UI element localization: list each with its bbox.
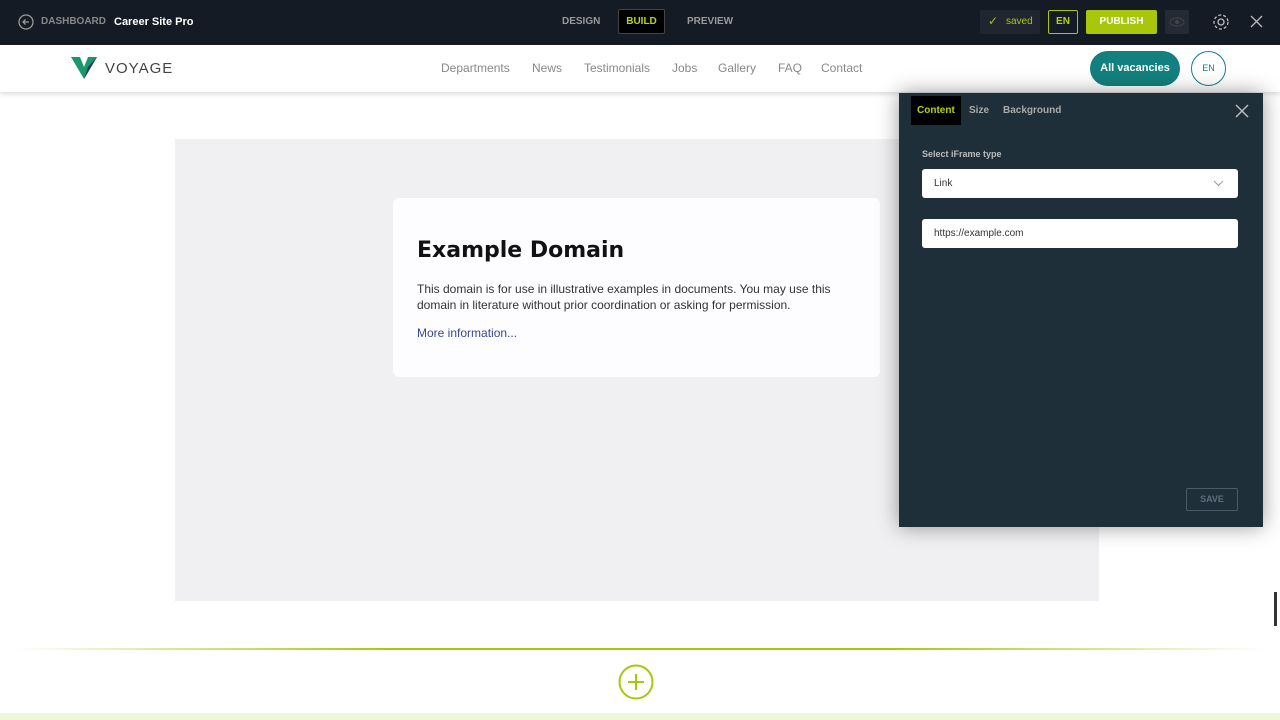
mode-preview[interactable]: PREVIEW [687,16,733,27]
nav-contact[interactable]: Contact [821,61,862,75]
nav-jobs[interactable]: Jobs [672,61,697,75]
check-icon: ✓ [988,14,999,28]
saved-status: ✓ saved [980,10,1040,34]
top-toolbar: DASHBOARD Career Site Pro DESIGN BUILD P… [0,0,1280,45]
iframe-content: Example Domain This domain is for use in… [393,198,880,377]
nav-news[interactable]: News [532,61,562,75]
nav-faq[interactable]: FAQ [778,61,802,75]
close-panel-icon[interactable] [1235,104,1249,118]
url-input[interactable]: https://example.com [922,219,1238,248]
iframe-settings-panel: Content Size Background Select iFrame ty… [899,93,1263,527]
back-icon[interactable] [18,14,34,30]
more-info-link[interactable]: More information... [417,326,517,340]
chevron-down-icon [1213,180,1224,187]
close-icon[interactable] [1250,15,1263,28]
nav-gallery[interactable]: Gallery [718,61,756,75]
add-section-icon[interactable] [618,664,654,700]
all-vacancies-button[interactable]: All vacancies [1090,51,1180,86]
nav-testimonials[interactable]: Testimonials [584,61,650,75]
tab-content[interactable]: Content [911,96,961,125]
tab-background[interactable]: Background [997,96,1067,125]
publish-button[interactable]: PUBLISH [1086,10,1157,34]
dashboard-link[interactable]: DASHBOARD [41,16,106,27]
mode-build[interactable]: BUILD [618,9,665,34]
nav-departments[interactable]: Departments [441,61,510,75]
tab-size[interactable]: Size [963,96,995,125]
saved-label: saved [1006,16,1033,27]
iframe-type-value: Link [934,178,953,189]
eye-icon[interactable] [1165,10,1189,34]
logo-text: VOYAGE [105,60,174,77]
iframe-title: Example Domain [417,238,625,263]
iframe-body: This domain is for use in illustrative e… [417,282,831,312]
voyage-logo-icon [71,57,97,79]
language-button[interactable]: EN [1048,10,1078,34]
scrollbar-thumb[interactable] [1274,592,1277,626]
mode-design[interactable]: DESIGN [562,16,600,27]
site-name: Career Site Pro [114,16,194,28]
gear-icon[interactable] [1211,12,1231,32]
site-header: VOYAGE Departments News Testimonials Job… [0,45,1280,92]
iframe-type-label: Select iFrame type [922,149,1002,159]
site-language-button[interactable]: EN [1191,51,1226,86]
iframe-type-select[interactable]: Link [922,169,1238,198]
section-divider [15,648,1265,650]
next-section [0,713,1280,720]
save-button[interactable]: SAVE [1186,488,1238,511]
